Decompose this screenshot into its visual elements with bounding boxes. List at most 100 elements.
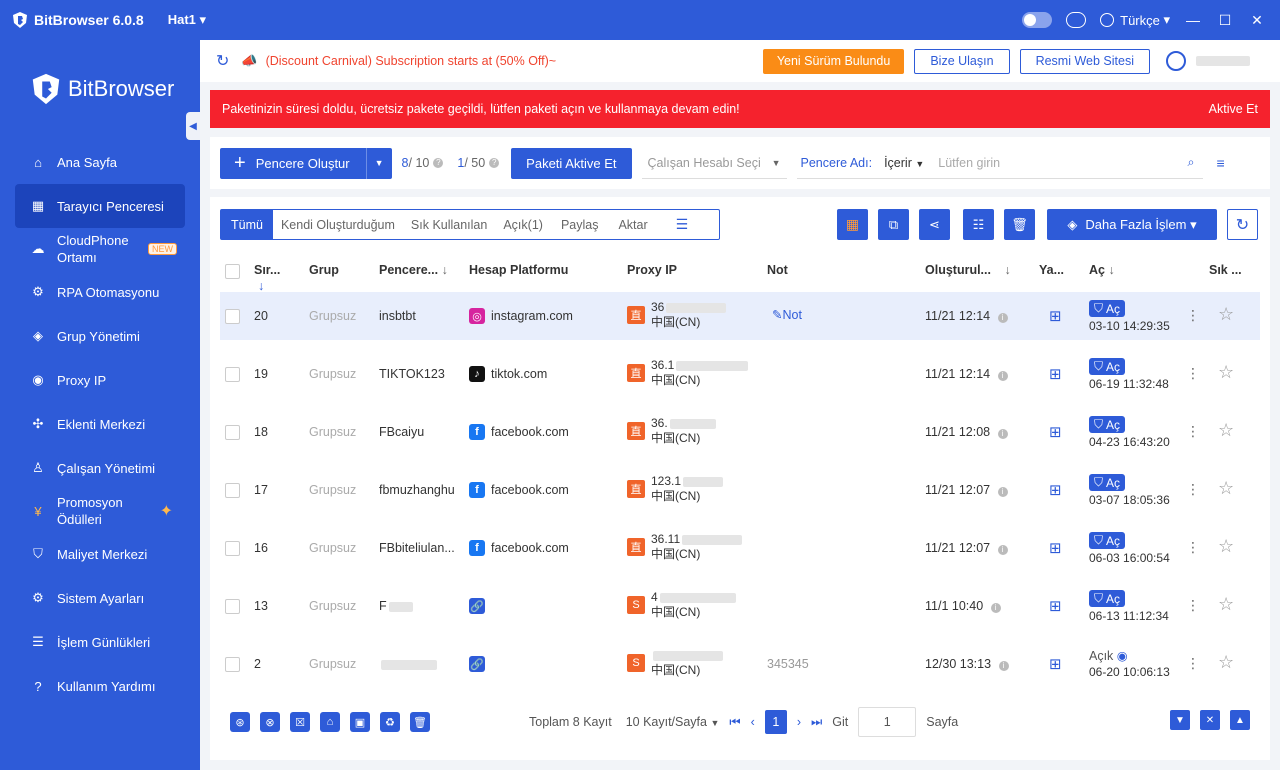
current-page[interactable]: 1 [764, 710, 787, 734]
info-icon[interactable]: i [997, 313, 1008, 323]
row-more-icon[interactable]: ⋮ [1186, 307, 1200, 324]
batch-close-icon[interactable]: ⊗ [260, 712, 280, 732]
chevron-down-icon[interactable]: ▼ [365, 147, 392, 179]
row-more-icon[interactable]: ⋮ [1186, 423, 1200, 440]
row-platform[interactable]: f facebook.com [469, 540, 569, 556]
row-checkbox[interactable] [225, 483, 240, 498]
next-page-icon[interactable]: › [797, 715, 801, 729]
sidebar-item-logs[interactable]: ☰ İşlem Günlükleri [15, 620, 185, 664]
row-platform[interactable]: f facebook.com [469, 424, 569, 440]
sidebar-item-group[interactable]: ◈ Grup Yönetimi [15, 314, 185, 358]
promo-text[interactable]: (Discount Carnival) Subscription starts … [266, 54, 557, 68]
open-button[interactable]: ⛉ Aç [1089, 532, 1126, 549]
sidebar-item-employees[interactable]: ♙ Çalışan Yönetimi [15, 446, 185, 490]
row-more-icon[interactable]: ⋮ [1186, 365, 1200, 382]
search-icon[interactable]: ⌕ [1187, 155, 1194, 170]
search-input[interactable]: Lütfen girin [938, 156, 1187, 170]
collapse-icon[interactable]: ✕ [1200, 710, 1220, 730]
row-checkbox[interactable] [225, 657, 240, 672]
open-button[interactable]: ⛉ Aç [1089, 474, 1126, 491]
batch-open-icon[interactable]: ⊛ [230, 712, 250, 732]
row-note-edit[interactable]: ✎Not [772, 307, 802, 322]
last-page-icon[interactable]: ⏭ [811, 715, 822, 730]
refresh-icon[interactable]: ↻ [216, 51, 229, 71]
filter-icon[interactable]: ≡ [1217, 155, 1225, 171]
info-icon[interactable]: i [997, 545, 1008, 555]
table-row[interactable]: 16 Grupsuz FBbiteliulan... f facebook.co… [220, 524, 1260, 572]
row-window-name[interactable]: FBcaiyu [379, 425, 424, 439]
row-checkbox[interactable] [225, 541, 240, 556]
open-button[interactable]: ⛉ Aç [1089, 300, 1126, 317]
profile-selector[interactable]: Hat1 ▾ [168, 12, 206, 28]
info-icon[interactable]: ? [433, 158, 444, 168]
info-icon[interactable]: i [997, 371, 1008, 381]
employee-select[interactable]: Çalışan Hesabı Seçi ▼ [641, 148, 787, 179]
open-button[interactable]: ⛉ Aç [1089, 590, 1126, 607]
batch-delete-icon[interactable]: 🗑 [410, 712, 430, 732]
new-version-button[interactable]: Yeni Sürüm Bulundu [762, 48, 905, 74]
row-checkbox[interactable] [225, 425, 240, 440]
row-window-name[interactable] [379, 657, 437, 671]
create-window-button[interactable]: + Pencere Oluştur ▼ [220, 147, 392, 179]
sidebar-item-promotion[interactable]: ¥ Promosyon Ödülleri ✦ [15, 490, 185, 532]
favorite-star-icon[interactable]: ☆ [1218, 594, 1234, 615]
goto-page-input[interactable]: 1 [858, 707, 917, 737]
favorite-star-icon[interactable]: ☆ [1218, 478, 1234, 499]
batch-clear-cache-icon[interactable]: ⌂ [320, 712, 340, 732]
row-window-name[interactable]: fbmuzhanghu [379, 483, 455, 497]
page-size-select[interactable]: 10 Kayıt/Sayfa ▼ [626, 715, 720, 729]
sidebar-item-home[interactable]: ⌂ Ana Sayfa [15, 140, 185, 184]
row-platform[interactable]: ♪ tiktok.com [469, 366, 547, 382]
info-icon[interactable]: i [997, 429, 1008, 439]
table-row[interactable]: 20 Grupsuz insbtbt ◎ instagram.com 直 36 中… [220, 292, 1260, 340]
batch-cancel-icon[interactable]: ☒ [290, 712, 310, 732]
close-icon[interactable]: ✕ [1248, 12, 1266, 29]
prev-page-icon[interactable]: ‹ [751, 715, 755, 729]
info-icon[interactable]: i [998, 661, 1009, 671]
sidebar-item-rpa[interactable]: ⚙ RPA Otomasyonu [15, 270, 185, 314]
theme-toggle[interactable] [1022, 12, 1053, 28]
sidebar-item-help[interactable]: ? Kullanım Yardımı [15, 664, 185, 708]
table-row[interactable]: 18 Grupsuz FBcaiyu f facebook.com 直 36. 中… [220, 408, 1260, 456]
batch-window-icon[interactable]: ▣ [350, 712, 370, 732]
row-platform[interactable]: f facebook.com [469, 482, 569, 498]
sidebar-item-proxy[interactable]: ◉ Proxy IP [15, 358, 185, 402]
row-more-icon[interactable]: ⋮ [1186, 597, 1200, 614]
row-more-icon[interactable]: ⋮ [1186, 655, 1200, 672]
contact-button[interactable]: Bize Ulaşın [914, 48, 1010, 74]
sidebar-item-settings[interactable]: ⚙ Sistem Ayarları [15, 576, 185, 620]
sidebar-collapse-button[interactable]: ◀ [186, 112, 200, 140]
row-more-icon[interactable]: ⋮ [1186, 481, 1200, 498]
table-row[interactable]: 19 Grupsuz TIKTOK123 ♪ tiktok.com 直 36.1… [220, 350, 1260, 398]
favorite-star-icon[interactable]: ☆ [1218, 362, 1234, 383]
user-avatar-icon[interactable] [1166, 51, 1186, 71]
sidebar-item-cloudphone[interactable]: ☁ CloudPhone Ortamı NEW [15, 228, 185, 270]
info-icon[interactable]: i [997, 487, 1008, 497]
row-platform[interactable]: 🔗 [469, 598, 491, 614]
table-row[interactable]: 13 Grupsuz F 🔗 S 4 中国(CN) 11/1 10:40 i ⊞ … [220, 582, 1260, 630]
favorite-star-icon[interactable]: ☆ [1218, 420, 1234, 441]
row-window-name[interactable]: insbtbt [379, 309, 416, 323]
row-checkbox[interactable] [225, 309, 240, 324]
activate-package-button[interactable]: Paketi Aktive Et [511, 147, 632, 179]
row-checkbox[interactable] [225, 367, 240, 382]
maximize-icon[interactable]: ☐ [1216, 12, 1234, 29]
info-icon[interactable]: ? [489, 158, 500, 168]
website-button[interactable]: Resmi Web Sitesi [1019, 48, 1150, 74]
row-window-name[interactable]: TIKTOK123 [379, 367, 445, 381]
open-button[interactable]: ⛉ Aç [1089, 358, 1126, 375]
batch-recycle-icon[interactable]: ♻ [380, 712, 400, 732]
table-row[interactable]: 2 Grupsuz 🔗 S 中国(CN) 345345 12/30 13:13 … [220, 640, 1260, 688]
sidebar-item-cost[interactable]: ⛉ Maliyet Merkezi [15, 532, 185, 576]
alert-activate-link[interactable]: Aktive Et [1209, 102, 1258, 116]
favorite-star-icon[interactable]: ☆ [1218, 652, 1234, 673]
favorite-star-icon[interactable]: ☆ [1218, 536, 1234, 557]
row-window-name[interactable]: F [379, 599, 413, 613]
open-button[interactable]: ⛉ Aç [1089, 416, 1126, 433]
row-platform[interactable]: ◎ instagram.com [469, 308, 573, 324]
scroll-up-icon[interactable]: ▲ [1230, 710, 1250, 730]
sidebar-item-extensions[interactable]: ✣ Eklenti Merkezi [15, 402, 185, 446]
scroll-down-icon[interactable]: ▼ [1170, 710, 1190, 730]
table-row[interactable]: 17 Grupsuz fbmuzhanghu f facebook.com 直 … [220, 466, 1260, 514]
minimize-icon[interactable]: — [1184, 12, 1202, 28]
